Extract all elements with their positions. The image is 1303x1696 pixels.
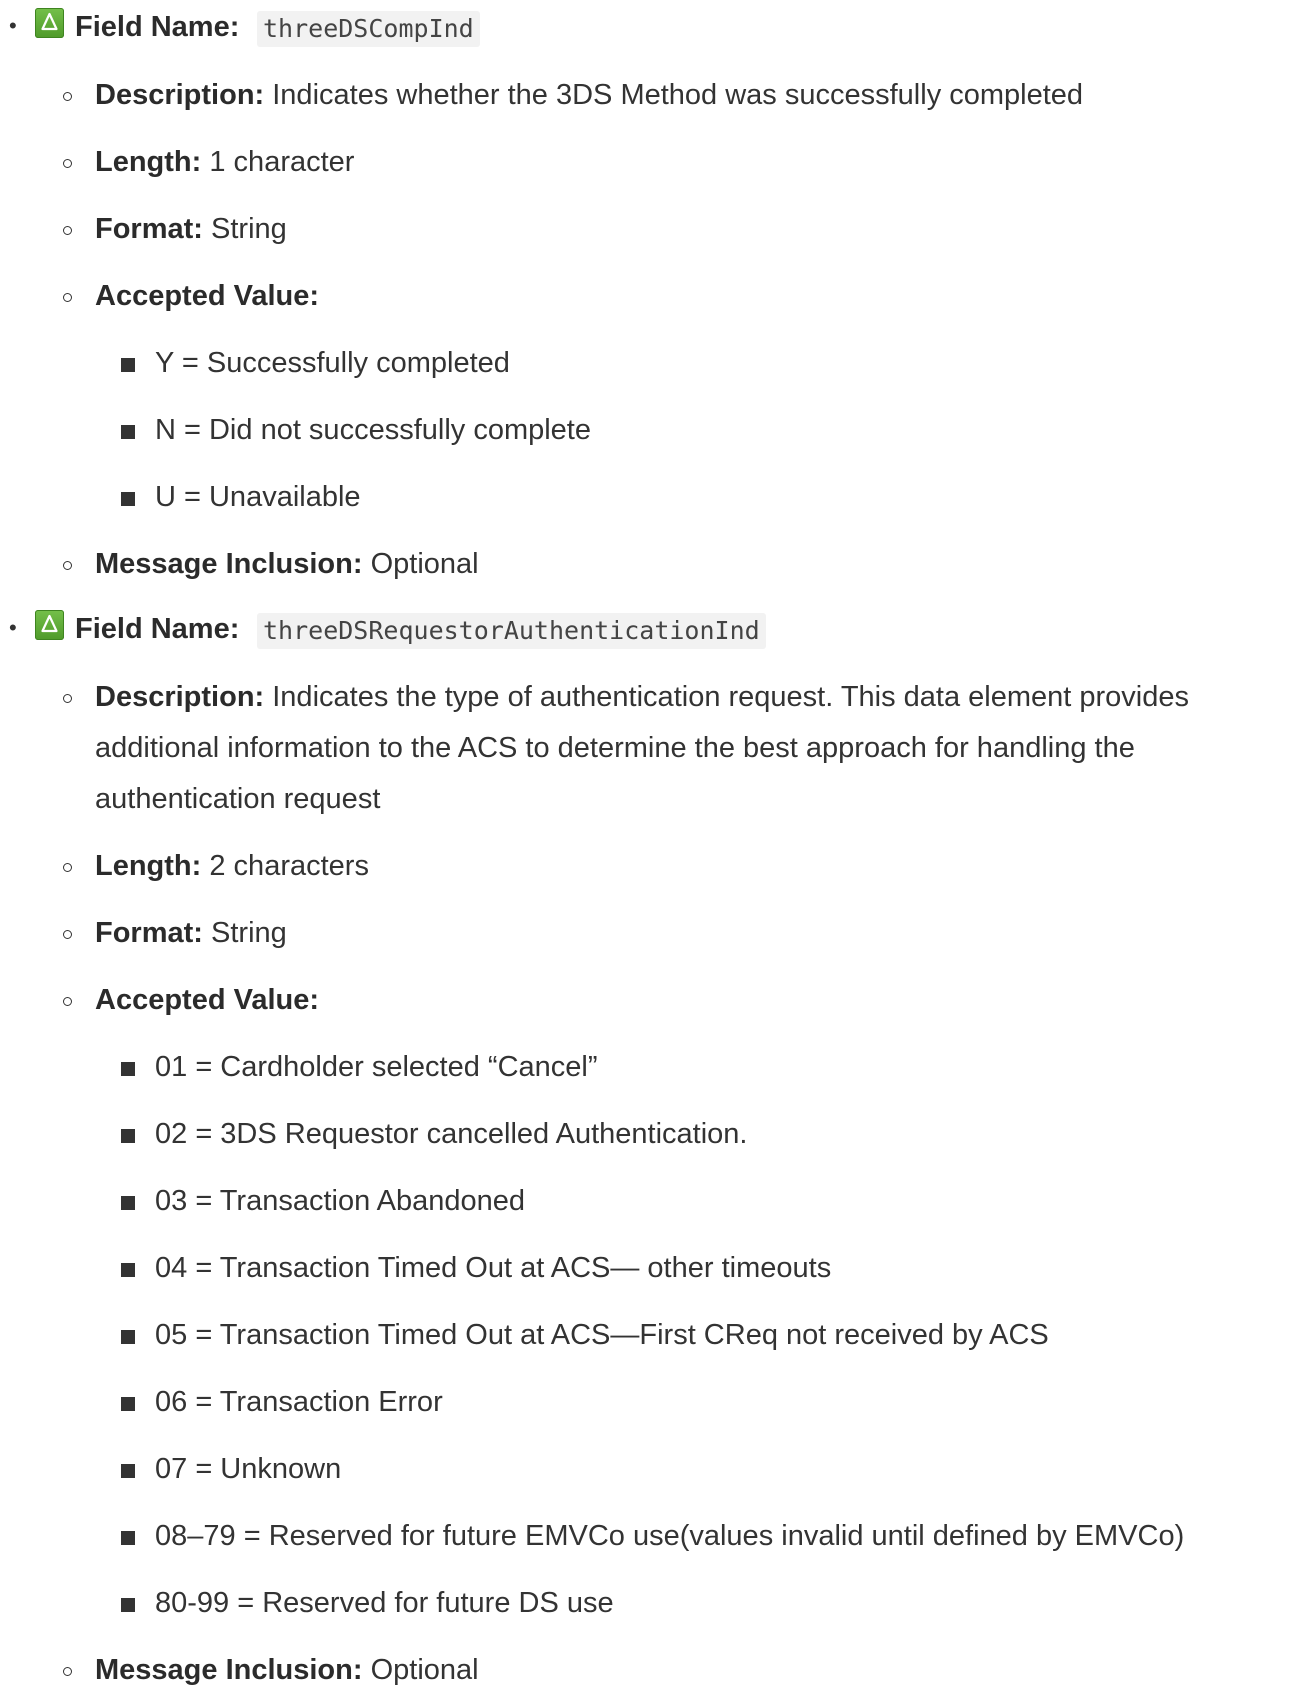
accepted-value-option: 04 = Transaction Timed Out at ACS— other…	[0, 1243, 1303, 1294]
accepted-value-option: 08–79 = Reserved for future EMVCo use(va…	[0, 1511, 1303, 1562]
message-inclusion-item: Message Inclusion: Optional	[0, 539, 1303, 590]
square-bullet-icon	[121, 1397, 135, 1411]
accepted-value-option: 03 = Transaction Abandoned	[0, 1176, 1303, 1227]
square-bullet-icon	[121, 1330, 135, 1344]
accepted-value-text: 02 = 3DS Requestor cancelled Authenticat…	[155, 1118, 748, 1150]
message-inclusion-key: Message Inclusion:	[95, 548, 363, 580]
description-item: Description: Indicates whether the 3DS M…	[0, 70, 1303, 121]
format-value: String	[211, 213, 287, 245]
accepted-value-item: Accepted Value:	[0, 271, 1303, 322]
description-key: Description:	[95, 681, 265, 713]
accepted-value-option: Y = Successfully completed	[0, 338, 1303, 389]
field-name-code: threeDSCompInd	[257, 11, 480, 47]
accepted-value-key: Accepted Value:	[95, 280, 320, 312]
message-inclusion-item: Message Inclusion: Optional	[0, 1645, 1303, 1696]
circle-bullet-icon	[63, 863, 72, 872]
square-bullet-icon	[121, 1464, 135, 1478]
message-inclusion-key: Message Inclusion:	[95, 1654, 363, 1686]
delta-badge-icon	[35, 8, 64, 38]
square-bullet-icon	[121, 492, 135, 506]
circle-bullet-icon	[63, 226, 72, 235]
accepted-value-option: 07 = Unknown	[0, 1444, 1303, 1495]
description-item: Description: Indicates the type of authe…	[0, 672, 1295, 825]
accepted-value-text: 01 = Cardholder selected “Cancel”	[155, 1051, 598, 1083]
square-bullet-icon	[121, 1062, 135, 1076]
accepted-value-option: 02 = 3DS Requestor cancelled Authenticat…	[0, 1109, 1303, 1160]
delta-badge-icon	[35, 610, 64, 640]
accepted-value-option: N = Did not successfully complete	[0, 405, 1303, 456]
accepted-value-option: 80-99 = Reserved for future DS use	[0, 1578, 1303, 1629]
format-key: Format:	[95, 213, 203, 245]
accepted-value-text: 08–79 = Reserved for future EMVCo use(va…	[155, 1520, 1185, 1552]
circle-bullet-icon	[63, 694, 72, 703]
circle-bullet-icon	[63, 92, 72, 101]
format-key: Format:	[95, 917, 203, 949]
square-bullet-icon	[121, 358, 135, 372]
length-key: Length:	[95, 146, 202, 178]
circle-bullet-icon	[63, 561, 72, 570]
description-value: Indicates whether the 3DS Method was suc…	[272, 79, 1084, 111]
accepted-value-text: U = Unavailable	[155, 481, 361, 513]
accepted-value-text: 07 = Unknown	[155, 1453, 342, 1485]
message-inclusion-value: Optional	[370, 1654, 479, 1686]
accepted-value-key: Accepted Value:	[95, 984, 320, 1016]
square-bullet-icon	[121, 1531, 135, 1545]
field-entry: • Field Name: threeDSRequestorAuthentica…	[0, 602, 1303, 1696]
length-item: Length: 1 character	[0, 137, 1303, 188]
accepted-value-text: 80-99 = Reserved for future DS use	[155, 1587, 614, 1619]
document: • Field Name: threeDSCompInd Description…	[0, 0, 1303, 1696]
length-value: 2 characters	[209, 850, 369, 882]
accepted-value-option: 05 = Transaction Timed Out at ACS—First …	[0, 1310, 1303, 1361]
circle-bullet-icon	[63, 293, 72, 302]
circle-bullet-icon	[63, 159, 72, 168]
length-item: Length: 2 characters	[0, 841, 1303, 892]
bullet-dot: •	[9, 13, 17, 38]
accepted-value-text: 05 = Transaction Timed Out at ACS—First …	[155, 1319, 1049, 1351]
square-bullet-icon	[121, 1598, 135, 1612]
accepted-value-text: N = Did not successfully complete	[155, 414, 591, 446]
format-value: String	[211, 917, 287, 949]
format-item: Format: String	[0, 204, 1303, 255]
accepted-value-text: 04 = Transaction Timed Out at ACS— other…	[155, 1252, 832, 1284]
field-entry: • Field Name: threeDSCompInd Description…	[0, 0, 1303, 590]
accepted-value-text: 03 = Transaction Abandoned	[155, 1185, 526, 1217]
square-bullet-icon	[121, 1263, 135, 1277]
accepted-value-text: 06 = Transaction Error	[155, 1386, 443, 1418]
square-bullet-icon	[121, 1196, 135, 1210]
format-item: Format: String	[0, 908, 1303, 959]
accepted-value-option: 06 = Transaction Error	[0, 1377, 1303, 1428]
circle-bullet-icon	[63, 997, 72, 1006]
length-key: Length:	[95, 850, 202, 882]
field-name-label: Field Name:	[75, 613, 240, 645]
field-name-row: • Field Name: threeDSCompInd	[0, 0, 1303, 56]
accepted-value-item: Accepted Value:	[0, 975, 1303, 1026]
accepted-value-option: 01 = Cardholder selected “Cancel”	[0, 1042, 1303, 1093]
field-name-label: Field Name:	[75, 11, 240, 43]
field-name-code: threeDSRequestorAuthenticationInd	[257, 613, 766, 649]
bullet-dot: •	[9, 615, 17, 640]
square-bullet-icon	[121, 425, 135, 439]
description-key: Description:	[95, 79, 265, 111]
circle-bullet-icon	[63, 930, 72, 939]
accepted-value-option: U = Unavailable	[0, 472, 1303, 523]
accepted-value-text: Y = Successfully completed	[155, 347, 510, 379]
square-bullet-icon	[121, 1129, 135, 1143]
message-inclusion-value: Optional	[370, 548, 479, 580]
field-name-row: • Field Name: threeDSRequestorAuthentica…	[0, 602, 1303, 658]
length-value: 1 character	[209, 146, 355, 178]
circle-bullet-icon	[63, 1667, 72, 1676]
